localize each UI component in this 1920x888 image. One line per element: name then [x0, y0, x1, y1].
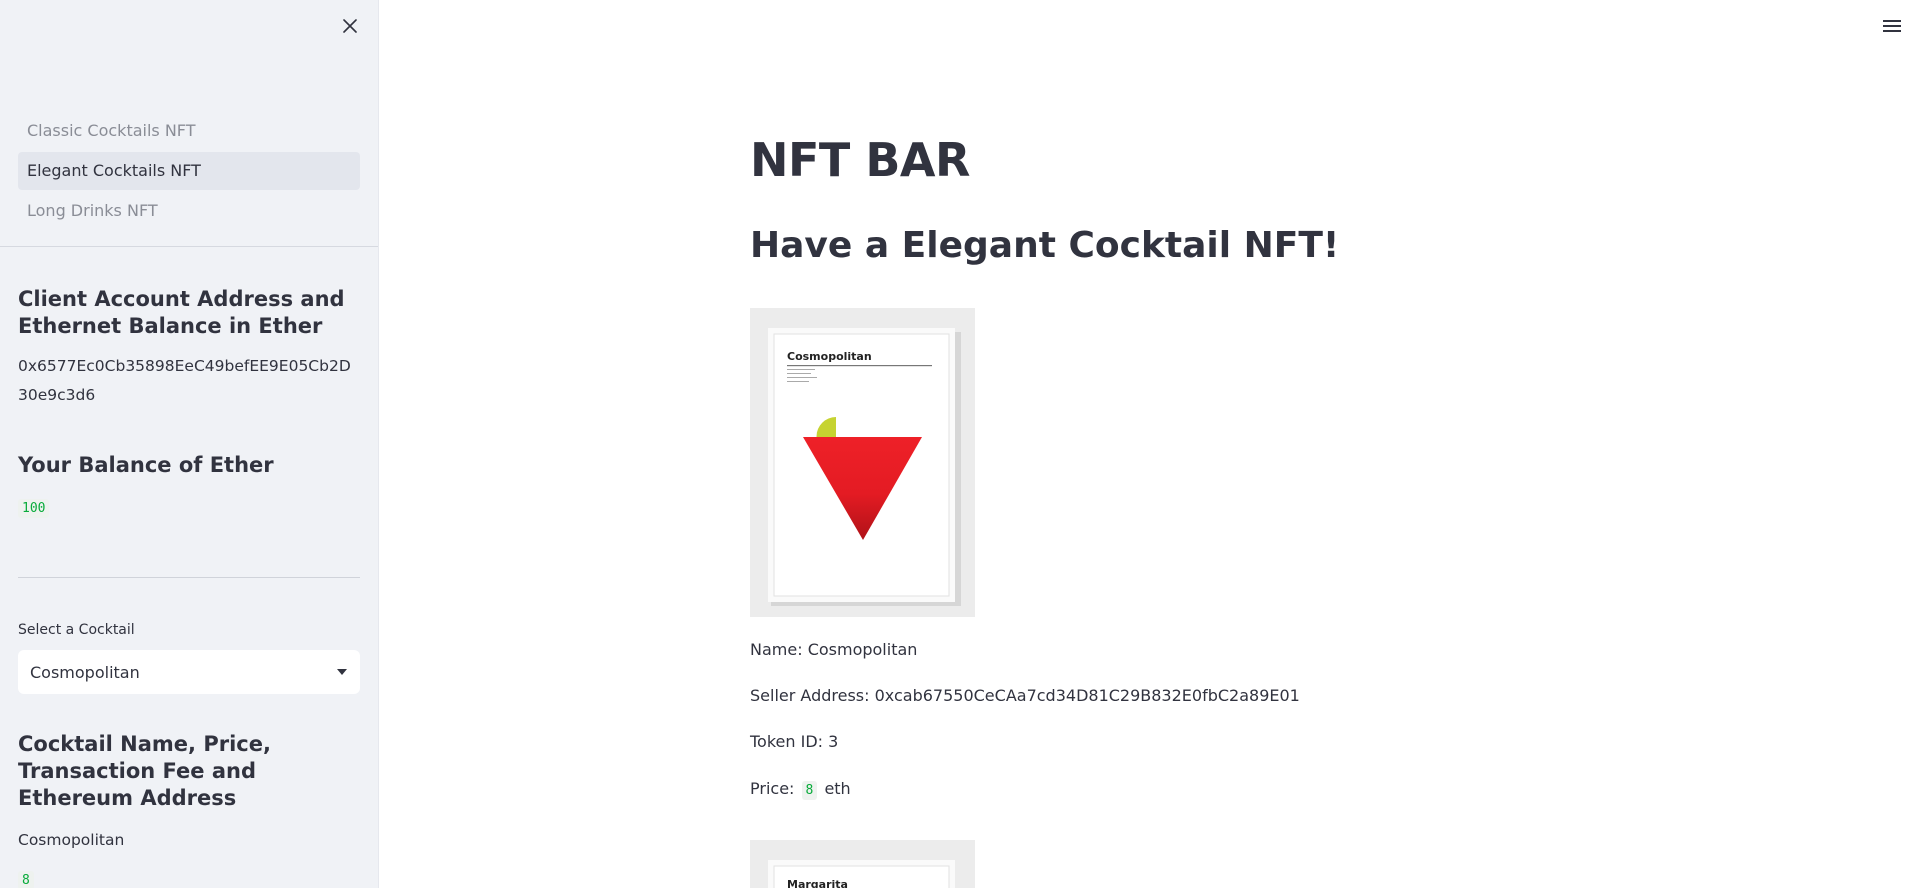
sidebar-nav: Classic Cocktails NFT Elegant Cocktails … [18, 112, 360, 232]
select-cocktail-label: Select a Cocktail [18, 622, 135, 638]
select-label-wrap: Select a Cocktail [18, 619, 360, 638]
nft-seller-label: Seller Address: [750, 686, 870, 705]
nft-next-poster-title: Margarita [787, 878, 848, 888]
account-section: Client Account Address and Ethernet Bala… [18, 286, 360, 410]
nft-name-value: Cosmopolitan [807, 640, 918, 659]
nav-item-classic-cocktails[interactable]: Classic Cocktails NFT [18, 112, 360, 150]
balance-value: 100 [18, 499, 50, 518]
nav-divider [0, 246, 378, 247]
nft-token-row: Token ID: 3 [750, 730, 838, 754]
nft-price-value: 8 [801, 781, 818, 800]
main-menu-button[interactable] [1882, 18, 1902, 34]
nav-item-long-drinks[interactable]: Long Drinks NFT [18, 192, 360, 230]
nft-price-label: Price: [750, 779, 795, 798]
sidebar: Classic Cocktails NFT Elegant Cocktails … [0, 0, 379, 888]
nav-item-elegant-cocktails[interactable]: Elegant Cocktails NFT [18, 152, 360, 190]
details-price: 8 [18, 871, 34, 888]
page-title: NFT BAR [750, 133, 970, 187]
nft-image-next: Margarita [750, 840, 975, 888]
balance-section: Your Balance of Ether 100 [18, 452, 360, 518]
page-subtitle: Have a Elegant Cocktail NFT! [750, 225, 1340, 266]
nft-seller-row: Seller Address: 0xcab67550CeCAa7cd34D81C… [750, 684, 1300, 708]
nft-name-label: Name: [750, 640, 803, 659]
chevron-down-icon [337, 669, 347, 675]
cocktail-select[interactable]: Cosmopolitan [18, 650, 360, 694]
hamburger-menu-icon [1883, 20, 1901, 32]
cocktail-select-value: Cosmopolitan [30, 662, 140, 682]
close-sidebar-button[interactable] [338, 14, 362, 38]
nft-poster-title: Cosmopolitan [787, 350, 872, 363]
nft-seller-value: 0xcab67550CeCAa7cd34D81C29B832E0fbC2a89E… [874, 686, 1300, 705]
nft-price-unit: eth [824, 779, 851, 798]
account-header: Client Account Address and Ethernet Bala… [18, 287, 345, 338]
account-address: 0x6577Ec0Cb35898EeC49befEE9E05Cb2D30e9c3… [18, 357, 351, 404]
nft-token-value: 3 [828, 732, 839, 751]
details-section: Cocktail Name, Price, Transaction Fee an… [18, 731, 360, 888]
balance-header: Your Balance of Ether [18, 453, 274, 477]
nft-token-label: Token ID: [750, 732, 824, 751]
nft-name-row: Name: Cosmopolitan [750, 638, 917, 662]
sidebar-divider [18, 577, 360, 578]
details-name: Cosmopolitan [18, 831, 125, 849]
nft-image-cosmopolitan: Cosmopolitan [750, 308, 975, 617]
details-header: Cocktail Name, Price, Transaction Fee an… [18, 732, 271, 810]
nft-price-row: Price: 8 eth [750, 777, 851, 801]
close-icon [343, 19, 357, 33]
